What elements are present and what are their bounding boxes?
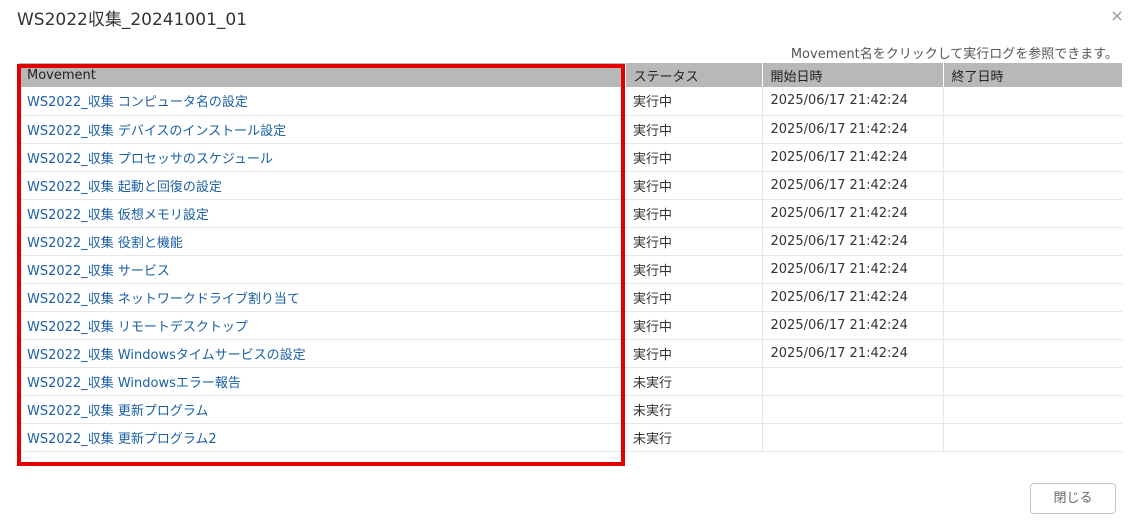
start-time-cell: 2025/06/17 21:42:24 xyxy=(762,255,944,284)
start-time-cell: 2025/06/17 21:42:24 xyxy=(762,171,944,200)
column-header-status: ステータス xyxy=(625,63,763,87)
start-time-cell xyxy=(762,367,944,396)
end-time-cell xyxy=(943,339,1122,368)
table-row: WS2022_収集 ネットワークドライブ割り当て 実行中 2025/06/17 21… xyxy=(19,283,1122,312)
movement-link[interactable]: WS2022_収集 デバイスのインストール設定 xyxy=(27,124,286,139)
status-cell: 実行中 xyxy=(625,171,763,200)
end-time-cell xyxy=(943,423,1122,452)
close-button[interactable]: 閉じる xyxy=(1030,483,1116,514)
movement-link[interactable]: WS2022_収集 更新プログラム2 xyxy=(27,432,217,447)
movement-cell: WS2022_収集 起動と回復の設定 xyxy=(19,171,625,200)
movement-cell: WS2022_収集 デバイスのインストール設定 xyxy=(19,115,625,144)
dialog-title: WS2022収集_20241001_01 xyxy=(17,10,248,30)
movement-link[interactable]: WS2022_収集 更新プログラム xyxy=(27,404,208,419)
movement-link[interactable]: WS2022_収集 プロセッサのスケジュール xyxy=(27,152,273,167)
movement-link[interactable]: WS2022_収集 起動と回復の設定 xyxy=(27,180,222,195)
column-header-start-time: 開始日時 xyxy=(762,63,944,87)
start-time-cell: 2025/06/17 21:42:24 xyxy=(762,199,944,228)
movement-link[interactable]: WS2022_収集 ネットワークドライブ割り当て xyxy=(27,292,300,307)
end-time-cell xyxy=(943,311,1122,340)
start-time-cell: 2025/06/17 21:42:24 xyxy=(762,311,944,340)
table-row: WS2022_収集 リモートデスクトップ 実行中 2025/06/17 21:42:… xyxy=(19,311,1122,340)
table-row: WS2022_収集 更新プログラム2 未実行 xyxy=(19,423,1122,452)
end-time-cell xyxy=(943,115,1122,144)
status-cell: 実行中 xyxy=(625,311,763,340)
end-time-cell xyxy=(943,227,1122,256)
movement-table-container[interactable]: Movement ステータス 開始日時 終了日時 WS2022_収集 コンピュー… xyxy=(19,63,1122,461)
end-time-cell xyxy=(943,283,1122,312)
status-cell: 未実行 xyxy=(625,367,763,396)
table-row: WS2022_収集 役割と機能 実行中 2025/06/17 21:42:24 xyxy=(19,227,1122,256)
column-header-end-time: 終了日時 xyxy=(943,63,1122,87)
hint-text: Movement名をクリックして実行ログを参照できます。 xyxy=(790,47,1118,62)
movement-cell: WS2022_収集 リモートデスクトップ xyxy=(19,311,625,340)
table-row: WS2022_収集 サービス 実行中 2025/06/17 21:42:24 xyxy=(19,255,1122,284)
start-time-cell: 2025/06/17 21:42:24 xyxy=(762,143,944,172)
movement-link[interactable]: WS2022_収集 役割と機能 xyxy=(27,236,183,251)
table-row: WS2022_収集 プロセッサのスケジュール 実行中 2025/06/17 21:4… xyxy=(19,143,1122,172)
end-time-cell xyxy=(943,255,1122,284)
status-cell: 未実行 xyxy=(625,395,763,424)
status-cell: 実行中 xyxy=(625,115,763,144)
table-row: WS2022_収集 起動と回復の設定 実行中 2025/06/17 21:42:24 xyxy=(19,171,1122,200)
end-time-cell xyxy=(943,87,1122,116)
start-time-cell: 2025/06/17 21:42:24 xyxy=(762,87,944,116)
end-time-cell xyxy=(943,395,1122,424)
status-cell: 実行中 xyxy=(625,143,763,172)
movement-link[interactable]: WS2022_収集 コンピュータ名の設定 xyxy=(27,95,248,110)
movement-cell: WS2022_収集 Windowsタイムサービスの設定 xyxy=(19,339,625,368)
end-time-cell xyxy=(943,199,1122,228)
movement-link[interactable]: WS2022_収集 仮想メモリ設定 xyxy=(27,208,209,223)
table-row: WS2022_収集 Windowsタイムサービスの設定 実行中 2025/06/17… xyxy=(19,339,1122,368)
movement-cell: WS2022_収集 更新プログラム2 xyxy=(19,423,625,452)
table-row: WS2022_収集 仮想メモリ設定 実行中 2025/06/17 21:42:24 xyxy=(19,199,1122,228)
movement-cell: WS2022_収集 Windowsエラー報告 xyxy=(19,367,625,396)
movement-link[interactable]: WS2022_収集 サービス xyxy=(27,264,170,279)
table-row: WS2022_収集 Windowsエラー報告 未実行 xyxy=(19,367,1122,396)
movement-link[interactable]: WS2022_収集 リモートデスクトップ xyxy=(27,320,248,335)
movement-cell: WS2022_収集 プロセッサのスケジュール xyxy=(19,143,625,172)
movement-link[interactable]: WS2022_収集 Windowsタイムサービスの設定 xyxy=(27,348,306,363)
table-header-row: Movement ステータス 開始日時 終了日時 xyxy=(19,63,1122,87)
movement-cell: WS2022_収集 更新プログラム xyxy=(19,395,625,424)
movement-link[interactable]: WS2022_収集 Windowsエラー報告 xyxy=(27,376,241,391)
close-icon[interactable]: × xyxy=(1108,7,1126,25)
movement-cell: WS2022_収集 サービス xyxy=(19,255,625,284)
status-cell: 実行中 xyxy=(625,87,763,116)
movement-cell: WS2022_収集 コンピュータ名の設定 xyxy=(19,87,625,116)
table-row: WS2022_収集 デバイスのインストール設定 実行中 2025/06/17 21:… xyxy=(19,115,1122,144)
start-time-cell: 2025/06/17 21:42:24 xyxy=(762,339,944,368)
status-cell: 実行中 xyxy=(625,255,763,284)
status-cell: 実行中 xyxy=(625,339,763,368)
status-cell: 未実行 xyxy=(625,423,763,452)
movement-cell: WS2022_収集 役割と機能 xyxy=(19,227,625,256)
status-cell: 実行中 xyxy=(625,199,763,228)
start-time-cell xyxy=(762,423,944,452)
column-header-movement: Movement xyxy=(19,63,626,87)
table-row: WS2022_収集 コンピュータ名の設定 実行中 2025/06/17 21:42:… xyxy=(19,87,1122,116)
table-row: WS2022_収集 更新プログラム 未実行 xyxy=(19,395,1122,424)
end-time-cell xyxy=(943,367,1122,396)
end-time-cell xyxy=(943,171,1122,200)
status-cell: 実行中 xyxy=(625,227,763,256)
status-cell: 実行中 xyxy=(625,283,763,312)
movement-table: Movement ステータス 開始日時 終了日時 WS2022_収集 コンピュー… xyxy=(19,63,1122,452)
start-time-cell: 2025/06/17 21:42:24 xyxy=(762,115,944,144)
start-time-cell xyxy=(762,395,944,424)
movement-cell: WS2022_収集 仮想メモリ設定 xyxy=(19,199,625,228)
movement-cell: WS2022_収集 ネットワークドライブ割り当て xyxy=(19,283,625,312)
start-time-cell: 2025/06/17 21:42:24 xyxy=(762,283,944,312)
start-time-cell: 2025/06/17 21:42:24 xyxy=(762,227,944,256)
end-time-cell xyxy=(943,143,1122,172)
